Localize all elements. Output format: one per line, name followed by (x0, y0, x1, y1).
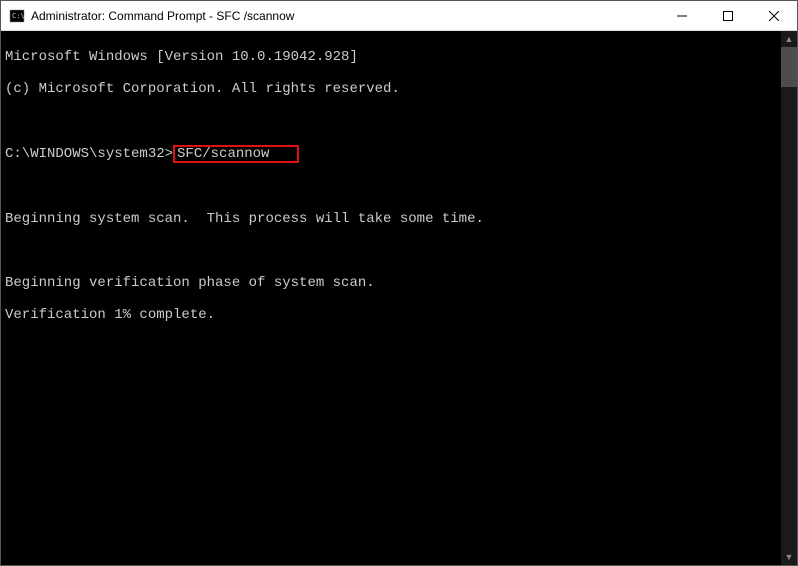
output-line: Verification 1% complete. (5, 307, 777, 323)
command-prompt-window: C:\ Administrator: Command Prompt - SFC … (0, 0, 798, 566)
blank-line (5, 179, 777, 195)
app-icon: C:\ (9, 8, 25, 24)
scrollbar-thumb[interactable] (781, 47, 797, 87)
output-line: Beginning verification phase of system s… (5, 275, 777, 291)
maximize-button[interactable] (705, 1, 751, 30)
scrollbar-up-arrow[interactable]: ▲ (781, 31, 797, 47)
terminal-area[interactable]: Microsoft Windows [Version 10.0.19042.92… (1, 31, 797, 565)
window-title: Administrator: Command Prompt - SFC /sca… (31, 9, 659, 23)
blank-line (5, 113, 777, 129)
terminal-content: Microsoft Windows [Version 10.0.19042.92… (1, 31, 781, 565)
svg-text:C:\: C:\ (12, 12, 25, 20)
blank-line (5, 243, 777, 259)
output-line: Beginning system scan. This process will… (5, 211, 777, 227)
titlebar: C:\ Administrator: Command Prompt - SFC … (1, 1, 797, 31)
command-text: SFC/scannow (177, 146, 269, 162)
output-line: (c) Microsoft Corporation. All rights re… (5, 81, 777, 97)
close-button[interactable] (751, 1, 797, 30)
vertical-scrollbar[interactable]: ▲ ▼ (781, 31, 797, 565)
command-highlight: SFC/scannow (173, 145, 299, 163)
window-controls (659, 1, 797, 30)
prompt-line: C:\WINDOWS\system32>SFC/scannow (5, 145, 777, 163)
minimize-button[interactable] (659, 1, 705, 30)
scrollbar-down-arrow[interactable]: ▼ (781, 549, 797, 565)
prompt-text: C:\WINDOWS\system32> (5, 146, 173, 162)
output-line: Microsoft Windows [Version 10.0.19042.92… (5, 49, 777, 65)
